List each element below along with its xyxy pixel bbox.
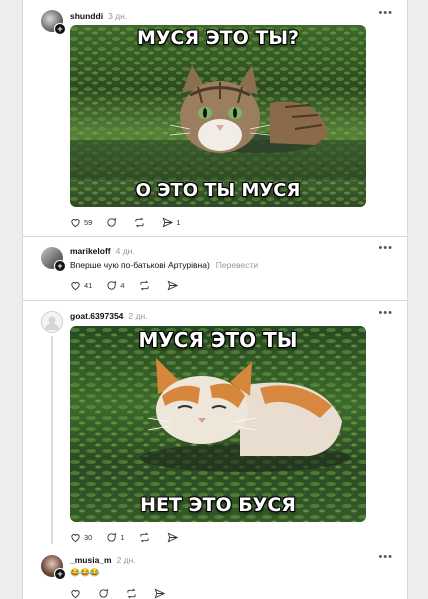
more-icon[interactable]: ••• — [378, 242, 393, 254]
avatar[interactable] — [41, 311, 63, 333]
heart-icon — [71, 589, 80, 598]
share-count: 1 — [176, 217, 181, 227]
comment-icon — [99, 588, 109, 598]
share-icon — [167, 280, 178, 290]
like-button[interactable]: 41 — [70, 280, 92, 291]
repost-button[interactable] — [126, 588, 140, 599]
comment-button[interactable]: 4 — [106, 280, 125, 291]
post-header: goat.6397354 2 дн. — [70, 311, 148, 321]
meme-top-caption: МУСЯ ЭТО ТЫ? — [136, 27, 300, 49]
share-button[interactable] — [154, 588, 168, 599]
heart-icon — [71, 281, 80, 290]
like-button[interactable]: 30 — [70, 532, 92, 543]
like-count: 41 — [84, 280, 93, 290]
more-icon[interactable]: ••• — [378, 7, 393, 19]
follow-plus-icon[interactable]: + — [54, 568, 66, 580]
share-button[interactable] — [167, 280, 181, 291]
like-button[interactable] — [70, 588, 84, 599]
post-text: Вперше чую по-батькові Артурівна) — [70, 260, 210, 270]
cat-photo — [70, 326, 366, 522]
meme-bottom-caption: О ЭТО ТЫ МУСЯ — [135, 180, 301, 201]
like-button[interactable]: 59 — [70, 217, 92, 228]
timestamp[interactable]: 2 дн. — [117, 555, 136, 565]
repost-icon — [135, 217, 144, 227]
translate-link[interactable]: Перевести — [216, 260, 258, 270]
post-actions: 59 1 — [70, 216, 195, 228]
like-count: 30 — [84, 532, 93, 542]
share-icon — [154, 588, 165, 598]
comment-count: 1 — [120, 532, 125, 542]
post-actions: 41 4 — [70, 279, 195, 291]
post-header: marikeloff 4 дн. — [70, 246, 135, 256]
comment-button[interactable] — [98, 588, 112, 599]
like-count: 59 — [84, 217, 93, 227]
more-icon[interactable]: ••• — [378, 307, 393, 319]
thread-feed: + shunddi 3 дн. ••• МУСЯ ЭТО ТЫ? О ЭТО Т… — [22, 0, 408, 599]
comment-icon — [107, 532, 117, 542]
post-text: 😂😂😂 — [70, 568, 100, 577]
divider — [23, 236, 407, 237]
meme-top-caption: МУСЯ ЭТО ТЫ — [138, 328, 298, 352]
more-icon[interactable]: ••• — [378, 551, 393, 563]
avatar[interactable]: + — [41, 10, 66, 35]
repost-icon — [139, 280, 149, 290]
username[interactable]: marikeloff — [70, 246, 111, 256]
comment-count: 4 — [120, 280, 125, 290]
thread-line — [51, 336, 53, 544]
username[interactable]: goat.6397354 — [70, 311, 123, 321]
share-icon — [167, 532, 178, 542]
repost-button[interactable] — [134, 217, 148, 228]
post-header: _musia_m 2 дн. — [70, 555, 136, 565]
post-actions: 30 1 — [70, 531, 195, 543]
username[interactable]: _musia_m — [70, 555, 112, 565]
divider — [23, 300, 407, 301]
username[interactable]: shunddi — [70, 11, 103, 21]
meme-bottom-caption: НЕТ ЭТО БУСЯ — [140, 494, 296, 516]
heart-icon — [71, 218, 80, 227]
avatar[interactable]: + — [41, 247, 66, 272]
post-text-line: Вперше чую по-батькові Артурівна) Перевес… — [70, 260, 258, 270]
avatar[interactable]: + — [41, 555, 66, 580]
share-icon — [162, 217, 174, 227]
heart-icon — [71, 533, 80, 542]
post-image[interactable]: МУСЯ ЭТО ТЫ НЕТ ЭТО БУСЯ — [70, 326, 366, 522]
post-header: shunddi 3 дн. — [70, 11, 127, 21]
follow-plus-icon[interactable]: + — [54, 23, 66, 35]
comment-icon — [107, 217, 117, 227]
post-actions — [70, 587, 182, 599]
share-button[interactable] — [167, 532, 181, 543]
timestamp[interactable]: 2 дн. — [128, 311, 147, 321]
post-image[interactable]: МУСЯ ЭТО ТЫ? О ЭТО ТЫ МУСЯ — [70, 25, 366, 207]
repost-icon — [139, 532, 149, 542]
repost-icon — [127, 588, 136, 598]
comment-button[interactable] — [106, 217, 120, 228]
timestamp[interactable]: 3 дн. — [108, 11, 127, 21]
comment-button[interactable]: 1 — [106, 532, 125, 543]
timestamp[interactable]: 4 дн. — [116, 246, 135, 256]
share-button[interactable]: 1 — [162, 217, 181, 228]
repost-button[interactable] — [139, 280, 153, 291]
repost-button[interactable] — [139, 532, 153, 543]
follow-plus-icon[interactable]: + — [54, 260, 66, 272]
comment-icon — [107, 280, 117, 290]
